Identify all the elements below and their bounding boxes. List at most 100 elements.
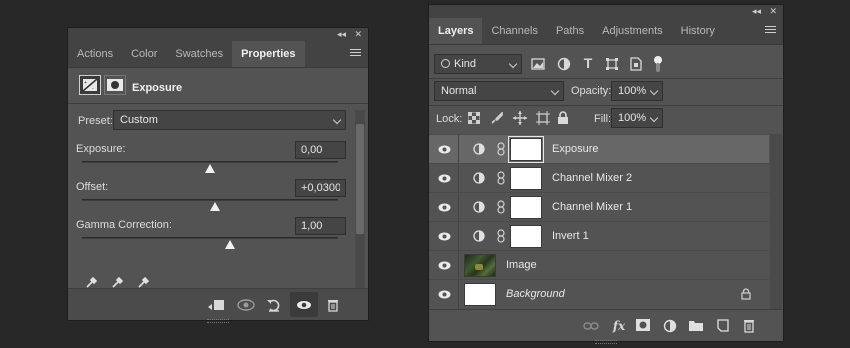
tab-adjustments[interactable]: Adjustments <box>593 18 672 44</box>
layer-mask-thumbnail[interactable] <box>510 225 542 248</box>
scrollbar-track[interactable] <box>770 134 782 310</box>
gamma-slider-track[interactable] <box>82 237 338 239</box>
new-adjustment-icon[interactable] <box>663 319 677 333</box>
chevron-down-icon <box>649 113 659 123</box>
trash-icon[interactable] <box>743 319 755 333</box>
collapse-icon[interactable]: ◂◂ <box>752 5 761 18</box>
tab-layers[interactable]: Layers <box>429 18 483 44</box>
filter-toggle-icon[interactable] <box>652 54 664 74</box>
exposure-field[interactable] <box>295 141 346 159</box>
offset-label: Offset: <box>76 181 109 193</box>
panel-menu-icon[interactable] <box>350 49 361 59</box>
properties-panel-titlebar: ◂◂ ✕ <box>68 28 368 41</box>
link-icon[interactable] <box>497 171 505 185</box>
lock-artboard-icon[interactable] <box>535 110 551 126</box>
offset-field[interactable] <box>295 179 346 197</box>
filter-kind-value: Kind <box>454 58 477 70</box>
layer-name[interactable]: Image <box>506 259 537 271</box>
fill-label: Fill: <box>594 113 612 125</box>
layer-mask-thumbnail[interactable] <box>510 196 542 219</box>
blend-mode-select[interactable]: Normal <box>434 81 564 101</box>
link-icon[interactable] <box>497 229 505 243</box>
lock-transparent-pixels-icon[interactable] <box>467 111 481 125</box>
filter-smart-object-icon[interactable] <box>628 56 644 72</box>
tab-actions[interactable]: Actions <box>68 41 122 67</box>
lock-position-icon[interactable] <box>512 110 528 126</box>
close-icon[interactable]: ✕ <box>769 5 777 18</box>
filter-shape-icon[interactable] <box>604 56 620 72</box>
fx-icon[interactable]: fx <box>610 318 628 334</box>
mask-icon[interactable] <box>104 75 126 95</box>
lock-all-icon[interactable] <box>556 110 570 126</box>
layer-name[interactable]: Channel Mixer 2 <box>552 172 632 184</box>
layer-row[interactable]: Channel Mixer 2 <box>429 163 769 193</box>
filter-type-icon[interactable]: T <box>580 55 596 71</box>
exposure-slider-thumb[interactable] <box>205 164 215 173</box>
layer-name[interactable]: Channel Mixer 1 <box>552 201 632 213</box>
layer-mask-thumbnail[interactable] <box>510 167 542 190</box>
lock-icon[interactable] <box>741 288 751 300</box>
filter-kind-select[interactable]: Kind <box>434 54 522 74</box>
link-icon[interactable] <box>497 142 505 156</box>
tab-history[interactable]: History <box>672 18 724 44</box>
tab-channels[interactable]: Channels <box>482 18 546 44</box>
filter-pixel-icon[interactable] <box>530 56 546 72</box>
layer-row[interactable]: Background <box>429 279 769 309</box>
chevron-down-icon <box>550 86 560 96</box>
resize-grip[interactable] <box>595 340 617 344</box>
add-mask-icon[interactable] <box>636 319 650 331</box>
reset-icon[interactable] <box>265 297 283 313</box>
tab-paths[interactable]: Paths <box>547 18 593 44</box>
collapse-icon[interactable]: ◂◂ <box>337 28 346 41</box>
layer-name[interactable]: Background <box>506 288 565 300</box>
opacity-field[interactable]: 100% <box>611 81 663 101</box>
trash-icon[interactable] <box>325 297 341 313</box>
layers-panel-titlebar: ◂◂ ✕ <box>429 5 783 18</box>
scrollbar-track[interactable] <box>355 110 365 290</box>
link-layers-icon[interactable] <box>583 321 599 331</box>
visibility-toggle[interactable] <box>429 193 459 222</box>
resize-grip[interactable] <box>207 319 229 323</box>
visibility-toggle[interactable] <box>429 280 459 309</box>
close-icon[interactable]: ✕ <box>354 28 362 41</box>
tab-properties[interactable]: Properties <box>232 41 305 67</box>
visibility-toggle[interactable] <box>429 222 459 251</box>
opacity-label: Opacity: <box>571 85 612 97</box>
offset-slider-track[interactable] <box>82 199 338 201</box>
new-layer-icon[interactable] <box>717 319 729 332</box>
fill-field[interactable]: 100% <box>611 108 663 128</box>
eye-icon <box>438 145 451 154</box>
search-icon <box>441 59 450 68</box>
lock-image-pixels-icon[interactable] <box>490 111 504 125</box>
layer-name[interactable]: Invert 1 <box>552 230 589 242</box>
gamma-slider-thumb[interactable] <box>225 240 236 249</box>
link-icon[interactable] <box>497 200 505 214</box>
tab-swatches[interactable]: Swatches <box>166 41 232 67</box>
layer-row[interactable]: Invert 1 <box>429 221 769 251</box>
eye-icon <box>438 290 451 299</box>
image-thumbnail[interactable] <box>464 254 496 277</box>
visibility-icon[interactable] <box>290 292 318 317</box>
visibility-toggle[interactable] <box>429 164 459 193</box>
layer-row[interactable]: Exposure <box>429 134 769 164</box>
clip-to-layer-icon[interactable] <box>206 297 226 313</box>
panel-menu-icon[interactable] <box>765 26 776 36</box>
new-group-icon[interactable] <box>689 320 703 331</box>
view-previous-state-icon[interactable] <box>235 297 257 313</box>
properties-footer <box>68 288 368 320</box>
tab-color[interactable]: Color <box>122 41 166 67</box>
filter-adjustment-icon[interactable] <box>556 56 572 72</box>
visibility-toggle[interactable] <box>429 251 459 280</box>
layer-row[interactable]: Image <box>429 250 769 280</box>
layer-name[interactable]: Exposure <box>552 143 598 155</box>
preset-select[interactable]: Custom <box>113 110 346 130</box>
visibility-toggle[interactable] <box>429 135 459 164</box>
scrollbar-thumb[interactable] <box>356 124 364 234</box>
gamma-field[interactable] <box>295 217 346 235</box>
offset-slider-thumb[interactable] <box>210 202 221 211</box>
layer-thumbnail[interactable] <box>464 283 496 306</box>
layer-mask-thumbnail[interactable] <box>508 136 544 163</box>
layer-row[interactable]: Channel Mixer 1 <box>429 192 769 222</box>
exposure-slider-track[interactable] <box>82 161 338 163</box>
adjustment-icon[interactable]: + - <box>79 75 101 95</box>
